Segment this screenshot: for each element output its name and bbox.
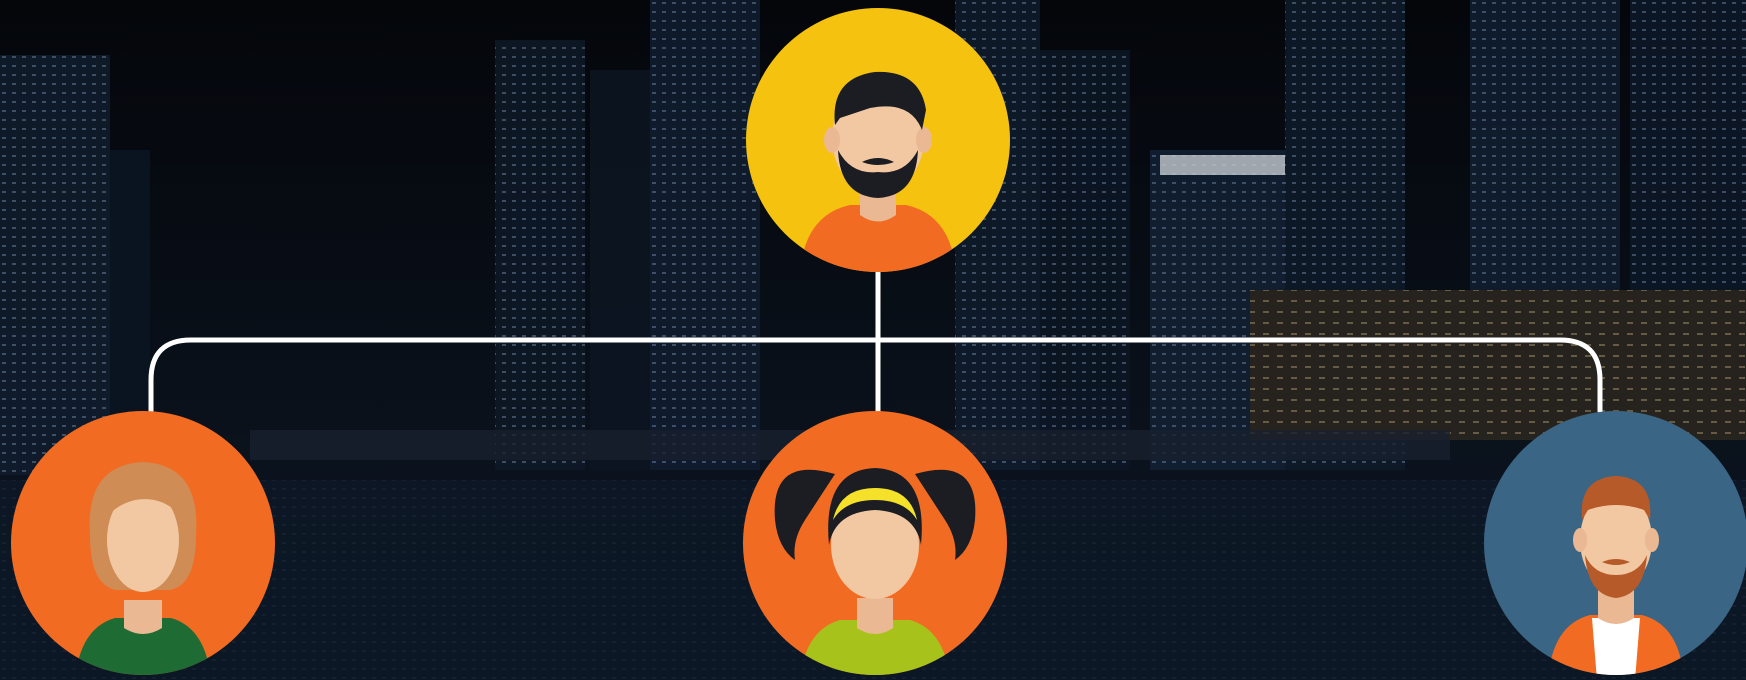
node-top-bearded-man <box>746 8 1010 272</box>
woman-icon <box>75 462 211 675</box>
diagram-canvas <box>0 0 1746 680</box>
family-tree-diagram <box>0 0 1746 680</box>
